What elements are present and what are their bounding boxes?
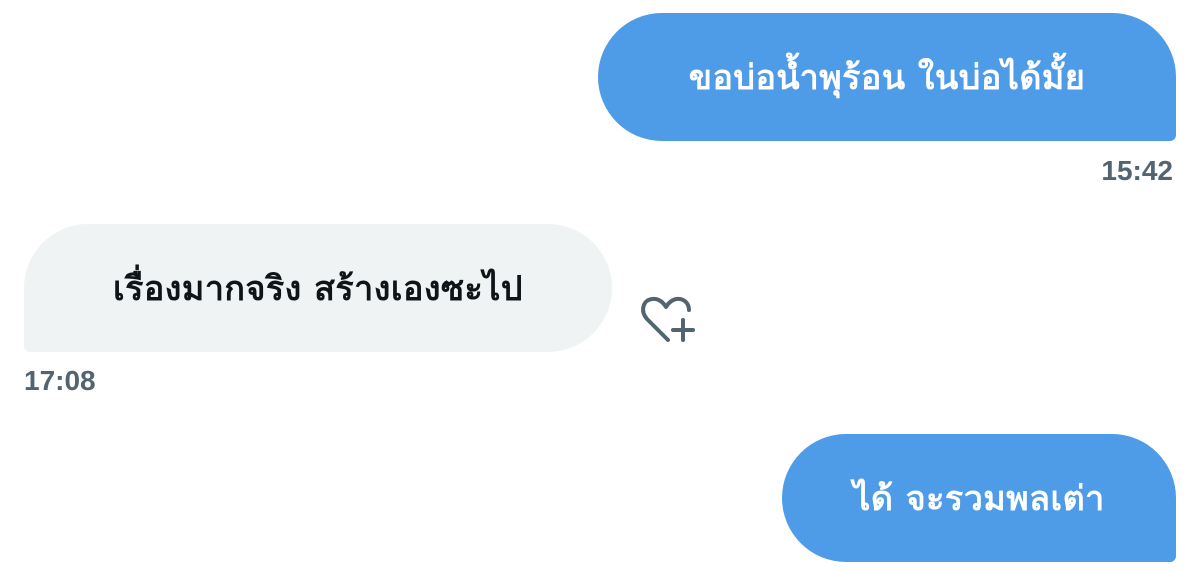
message-timestamp: 15:42 xyxy=(1101,155,1173,186)
heart-plus-icon xyxy=(641,296,695,342)
message-timestamp: 17:08 xyxy=(24,365,96,396)
add-reaction-button[interactable] xyxy=(638,294,700,348)
message-text: ได้ จะรวมพลเต่า xyxy=(853,479,1105,519)
chat-conversation: ขอบ่อน้ำพุร้อน ในบ่อได้มั้ย 15:42 เรื่อง… xyxy=(0,0,1200,572)
message-bubble-incoming[interactable]: เรื่องมากจริง สร้างเองซะไป xyxy=(24,224,612,352)
message-text: ขอบ่อน้ำพุร้อน ในบ่อได้มั้ย xyxy=(688,58,1086,98)
message-bubble-outgoing[interactable]: ขอบ่อน้ำพุร้อน ในบ่อได้มั้ย xyxy=(598,13,1176,141)
message-bubble-outgoing[interactable]: ได้ จะรวมพลเต่า xyxy=(782,434,1176,562)
message-text: เรื่องมากจริง สร้างเองซะไป xyxy=(113,269,523,309)
